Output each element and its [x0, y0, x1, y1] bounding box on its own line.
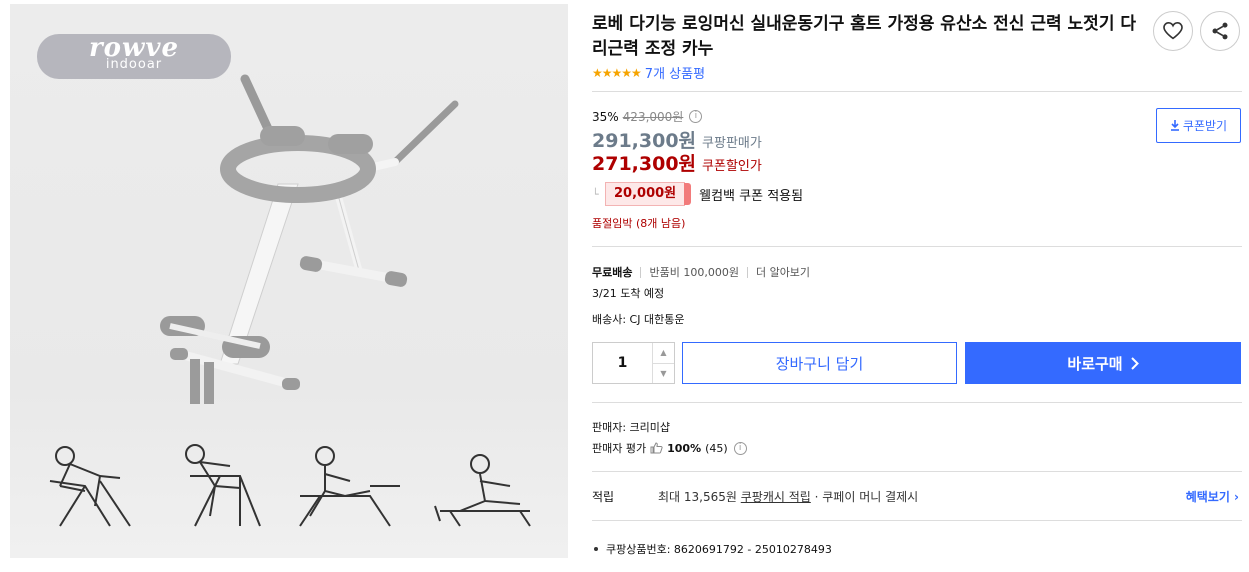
info-circle-icon[interactable]: i: [689, 110, 703, 123]
discount-rate: 35%: [592, 109, 619, 124]
buy-button-label: 바로구매: [1067, 354, 1123, 373]
bullet-icon: [594, 547, 598, 551]
quantity-stepper[interactable]: 1 ▲ ▼: [592, 342, 675, 384]
corner-icon: └: [592, 187, 599, 201]
welcome-coupon-row: └ 20,000원 웰컴백 쿠폰 적용됨: [592, 182, 803, 206]
benefit-link-label: 혜택보기: [1185, 490, 1230, 504]
product-image[interactable]: rowve indooar: [10, 4, 568, 558]
review-count-link[interactable]: 7개 상품평: [645, 63, 705, 82]
seller-rating-row: 판매자 평가 100% (45) i: [592, 440, 747, 456]
stock-notice: 품절임박 (8개 남음): [592, 217, 686, 230]
more-info-link[interactable]: 더 알아보기: [756, 264, 810, 280]
thumbs-up-icon: [650, 442, 663, 454]
arrival-date: 3/21 도착 예정: [592, 287, 665, 300]
add-to-cart-button[interactable]: 장바구니 담기: [682, 342, 957, 384]
divider: [592, 471, 1242, 472]
reward-text-suffix: · 쿠페이 머니 결제시: [810, 490, 919, 504]
shipping-row: 무료배송 반품비 100,000원 더 알아보기: [592, 264, 810, 280]
reward-row: 적립 최대 13,565원 쿠팡캐시 적립 · 쿠페이 머니 결제시 혜택보기 …: [592, 488, 1242, 505]
carrier: 배송사: CJ 대한통운: [592, 313, 685, 326]
free-shipping: 무료배송: [592, 266, 633, 279]
share-button[interactable]: [1200, 11, 1240, 51]
rowing-machine-illustration: [160, 74, 459, 404]
coupang-cash-link[interactable]: 쿠팡캐시 적립: [741, 490, 811, 504]
download-icon: [1170, 120, 1179, 131]
chevron-right-icon: [1130, 356, 1139, 370]
info-circle-icon[interactable]: i: [733, 441, 747, 455]
quantity-arrows: ▲ ▼: [652, 343, 674, 383]
exercise-pose-diagrams: [49, 444, 531, 527]
divider: [592, 402, 1242, 403]
reward-label: 적립: [592, 490, 615, 504]
rating-row[interactable]: ★★★★★ 7개 상품평: [592, 63, 705, 83]
return-fee: 반품비 100,000원: [649, 266, 739, 279]
product-info-panel: 로베 다기능 로잉머신 실내운동기구 홈트 가정용 유산소 전신 근력 노젓기 …: [592, 0, 1249, 572]
seller-rating-count: (45): [705, 441, 728, 455]
share-icon: [1212, 22, 1228, 40]
seller-rating-label: 판매자 평가: [592, 442, 647, 455]
original-price: 423,000원: [622, 110, 684, 124]
product-id: 쿠팡상품번호: 8620691792 - 25010278493: [606, 543, 832, 556]
reward-text-prefix: 최대 13,565원: [658, 490, 741, 504]
separator: [640, 266, 642, 278]
wishlist-button[interactable]: [1153, 11, 1193, 51]
coupon-download-label: 쿠폰받기: [1182, 119, 1228, 133]
seller-name[interactable]: 판매자: 크리미샵: [592, 419, 670, 435]
star-rating: ★★★★★: [592, 65, 642, 80]
coupon-tag: 20,000원: [605, 182, 692, 206]
product-title: 로베 다기능 로잉머신 실내운동기구 홈트 가정용 유산소 전신 근력 노젓기 …: [592, 14, 1137, 59]
heart-icon: [1163, 22, 1183, 40]
welcome-coupon-text: 웰컴백 쿠폰 적용됨: [699, 188, 804, 204]
coupon-download-button[interactable]: 쿠폰받기: [1156, 108, 1241, 143]
coupon-price: 271,300원: [592, 153, 697, 175]
quantity-down-button[interactable]: ▼: [653, 364, 674, 384]
separator: [746, 266, 748, 278]
cart-button-label: 장바구니 담기: [775, 354, 864, 373]
quantity-value[interactable]: 1: [593, 343, 652, 383]
quantity-up-button[interactable]: ▲: [653, 343, 674, 364]
coupon-price-label: 쿠폰할인가: [702, 159, 762, 174]
coupon-price-row: 271,300원 쿠폰할인가: [592, 149, 762, 176]
divider: [592, 91, 1242, 92]
product-id-row: 쿠팡상품번호: 8620691792 - 25010278493: [592, 541, 832, 557]
seller-rating-percent: 100%: [667, 441, 702, 455]
buy-now-button[interactable]: 바로구매: [965, 342, 1241, 384]
reward-text: 최대 13,565원 쿠팡캐시 적립 · 쿠페이 머니 결제시: [658, 488, 918, 505]
discount-row: 35% 423,000원 i: [592, 108, 703, 125]
divider: [592, 520, 1242, 521]
benefit-link[interactable]: 혜택보기 ›: [1186, 488, 1239, 505]
divider: [592, 246, 1242, 247]
